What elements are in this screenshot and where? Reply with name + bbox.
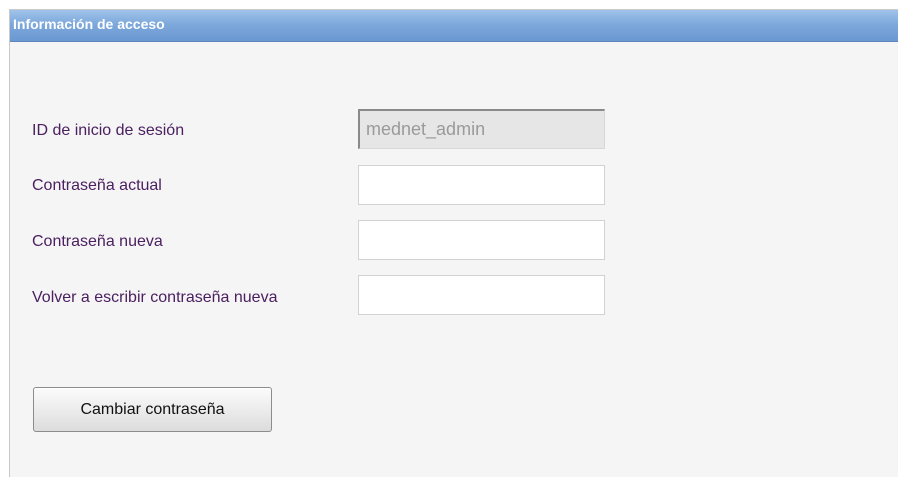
access-info-panel: Información de acceso ID de inicio de se… [9,9,898,477]
login-id-field [358,109,605,149]
new-password-field[interactable] [358,220,605,260]
confirm-password-field[interactable] [358,275,605,315]
login-id-label: ID de inicio de sesión [32,122,185,139]
current-password-field[interactable] [358,165,605,205]
panel-title: Información de acceso [13,16,165,32]
change-password-button[interactable]: Cambiar contraseña [33,387,272,432]
current-password-label: Contraseña actual [32,177,162,194]
panel-header: Información de acceso [10,10,898,42]
confirm-password-label: Volver a escribir contraseña nueva [32,289,278,306]
new-password-label: Contraseña nueva [32,233,163,250]
